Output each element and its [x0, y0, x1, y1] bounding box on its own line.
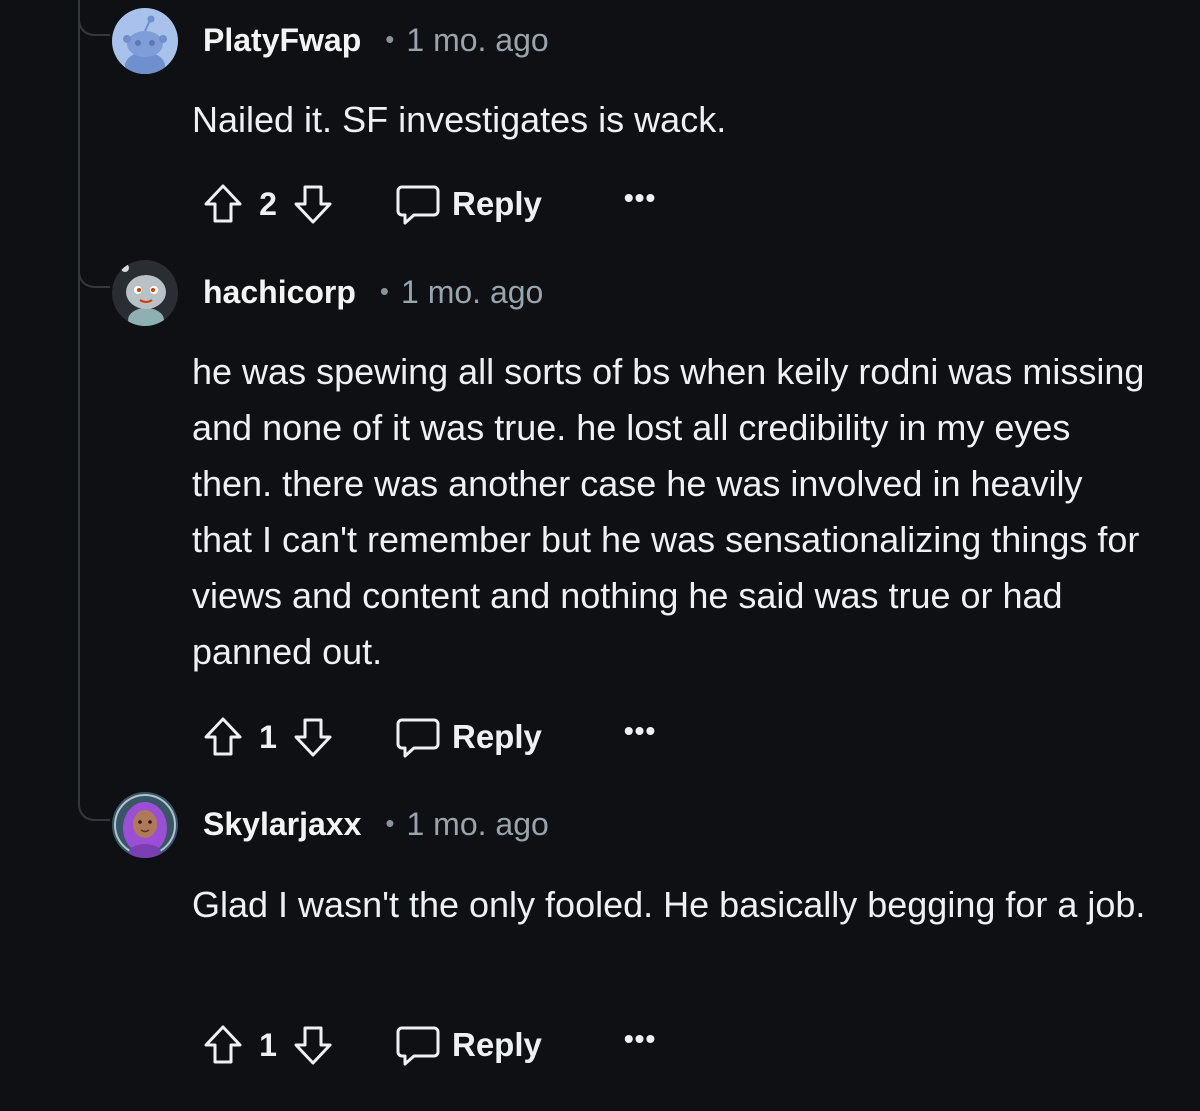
reply-button[interactable]: Reply — [394, 1022, 542, 1068]
comment-bubble-icon — [396, 185, 440, 225]
username[interactable]: Skylarjaxx — [203, 806, 361, 843]
reddit-snoo-avatar-blue — [112, 8, 178, 74]
reply-button[interactable]: Reply — [394, 714, 542, 760]
thread-connector — [78, 270, 110, 288]
separator-dot: • — [379, 276, 390, 306]
vote-score: 2 — [259, 185, 277, 222]
reddit-snoo-avatar-gray — [112, 260, 178, 326]
downvote-icon[interactable] — [290, 181, 336, 227]
vote-score: 1 — [259, 718, 277, 755]
comment-body: he was spewing all sorts of bs when keil… — [192, 351, 1145, 672]
reply-label: Reply — [452, 185, 542, 222]
username[interactable]: hachicorp — [203, 274, 356, 311]
more-options-icon[interactable]: ••• — [624, 1023, 656, 1055]
separator-dot: • — [385, 24, 395, 54]
comment-header: Skylarjaxx • 1 mo. ago — [203, 806, 549, 843]
timestamp[interactable]: 1 mo. ago — [401, 274, 543, 311]
comment-actions: 1 Reply ••• — [200, 712, 656, 762]
comment-body: Glad I wasn't the only fooled. He basica… — [192, 884, 1146, 925]
comment-header: PlatyFwap • 1 mo. ago — [203, 22, 549, 59]
downvote-icon[interactable] — [290, 1022, 336, 1068]
downvote-icon[interactable] — [290, 714, 336, 760]
comment-header: hachicorp • 1 mo. ago — [203, 274, 543, 311]
more-options-icon[interactable]: ••• — [624, 715, 656, 747]
comment-bubble-icon — [396, 1026, 440, 1066]
comment-body: Nailed it. SF investigates is wack. — [192, 99, 727, 140]
user-avatar[interactable] — [112, 8, 178, 74]
thread-connector — [78, 803, 110, 821]
thread-line — [78, 0, 80, 805]
purple-hair-avatar — [112, 792, 178, 858]
vote-score: 1 — [259, 1026, 277, 1063]
reply-button[interactable]: Reply — [394, 181, 542, 227]
timestamp[interactable]: 1 mo. ago — [406, 22, 548, 59]
reply-label: Reply — [452, 1026, 542, 1063]
timestamp[interactable]: 1 mo. ago — [406, 806, 548, 843]
separator-dot: • — [385, 808, 395, 838]
reply-label: Reply — [452, 718, 542, 755]
comment-actions: 1 Reply ••• — [200, 1020, 656, 1070]
thread-connector — [78, 18, 110, 36]
user-avatar[interactable] — [112, 792, 178, 858]
user-avatar[interactable] — [112, 260, 178, 326]
upvote-icon[interactable] — [200, 1022, 246, 1068]
more-options-icon[interactable]: ••• — [624, 182, 656, 214]
comment-bubble-icon — [396, 718, 440, 758]
upvote-icon[interactable] — [200, 181, 246, 227]
upvote-icon[interactable] — [200, 714, 246, 760]
username[interactable]: PlatyFwap — [203, 22, 361, 59]
comment-actions: 2 Reply ••• — [200, 179, 656, 229]
